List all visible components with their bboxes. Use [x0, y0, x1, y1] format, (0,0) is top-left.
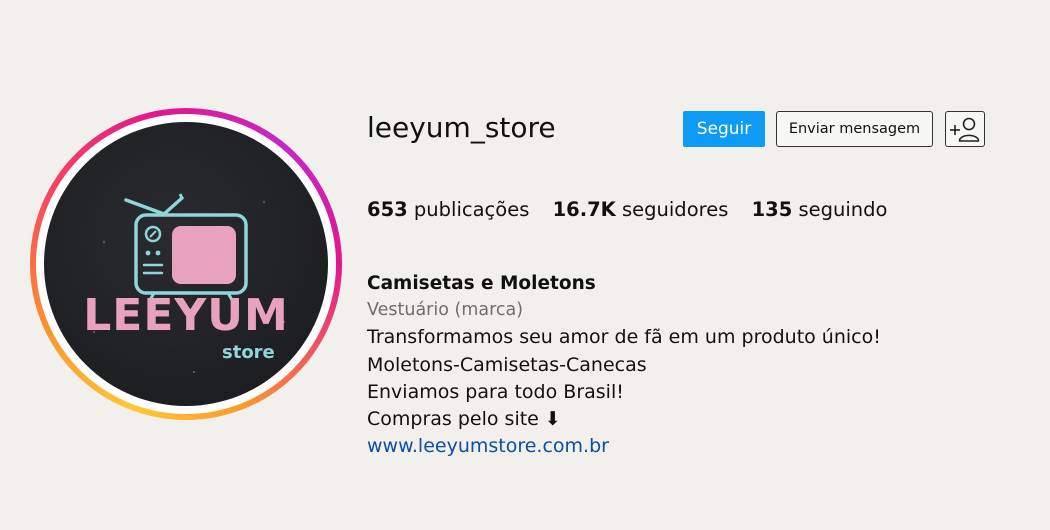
profile-bio: Camisetas e Moletons Vestuário (marca) T… [367, 270, 881, 460]
followers-count: 16.7K [552, 198, 616, 221]
logo-subtitle: store [222, 342, 275, 363]
followers-label: seguidores [622, 198, 729, 221]
avatar-logo: LEEYUM store [44, 122, 328, 406]
bio-line: Transformamos seu amor de fã em um produ… [367, 326, 881, 349]
bio-name: Camisetas e Moletons [367, 273, 596, 294]
stat-posts: 653 publicações [367, 198, 529, 221]
website-link[interactable]: www.leeyumstore.com.br [367, 435, 609, 457]
stat-followers[interactable]: 16.7K seguidores [553, 198, 729, 221]
bio-line: Enviamos para todo Brasil! [367, 380, 624, 403]
add-person-icon [950, 117, 980, 142]
following-label: seguindo [798, 198, 888, 221]
profile-username: leeyum_store [367, 111, 556, 144]
stat-following[interactable]: 135 seguindo [752, 198, 888, 221]
send-message-button[interactable]: Enviar mensagem [776, 111, 933, 147]
bio-line: Compras pelo site ⬇ [367, 408, 561, 431]
bio-line: Moletons-Camisetas-Canecas [367, 353, 647, 376]
profile-stats: 653 publicações 16.7K seguidores 135 seg… [367, 198, 904, 221]
avatar-frame: LEEYUM store [36, 114, 336, 414]
profile-avatar[interactable]: LEEYUM store [30, 108, 342, 420]
tv-logo-icon [93, 193, 285, 373]
posts-label: publicações [413, 198, 530, 221]
bio-category: Vestuário (marca) [367, 300, 524, 321]
suggested-accounts-button[interactable] [945, 111, 985, 147]
follow-button[interactable]: Seguir [683, 111, 765, 147]
following-count: 135 [751, 198, 793, 221]
logo-title: LEEYUM [83, 290, 289, 341]
posts-count: 653 [367, 198, 408, 221]
